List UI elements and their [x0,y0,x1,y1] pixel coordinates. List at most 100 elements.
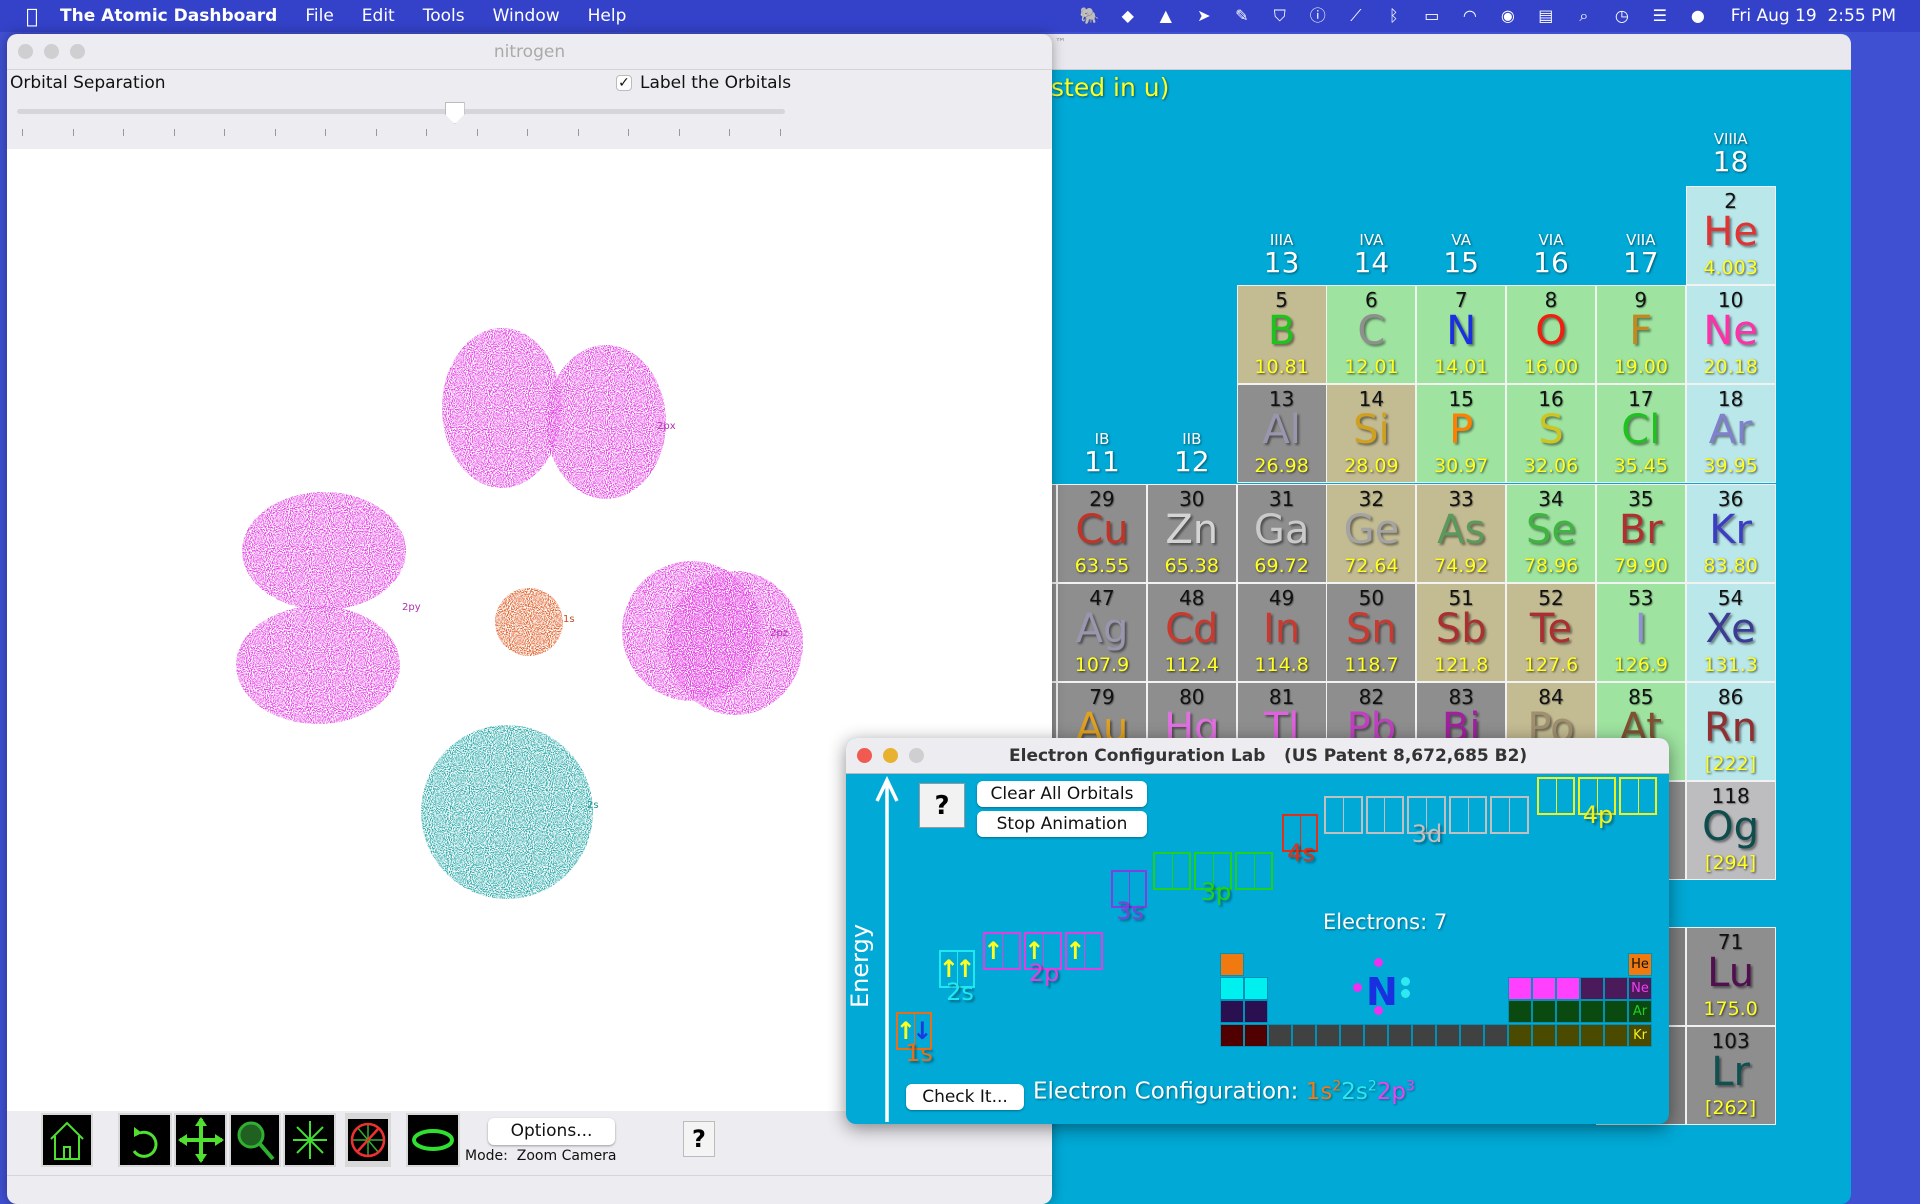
help-button[interactable]: ? [919,783,965,828]
element-cell-Ne[interactable]: 10 Ne 20.18 [1685,285,1776,385]
disable-select-button[interactable] [345,1113,391,1167]
slider-thumb[interactable] [444,102,465,124]
element-cell-Br[interactable]: 35 Br 79.90 [1595,483,1686,583]
siri-icon[interactable]: ● [1688,7,1708,25]
element-cell-In[interactable]: 49 In 114.8 [1236,582,1327,682]
element-cell-Zn[interactable]: 30 Zn 65.38 [1146,483,1237,583]
search-icon[interactable]: ⌕ [1574,7,1594,25]
elephant-icon[interactable]: 🐘 [1080,7,1100,25]
menu-tools[interactable]: Tools [423,6,465,26]
orbital-slot[interactable] [1639,779,1656,813]
orbital-slot[interactable] [1557,779,1574,813]
orbital-slot[interactable] [1368,798,1386,832]
orbital-box-3d[interactable] [1490,796,1529,834]
help-button[interactable]: ? [683,1121,715,1157]
element-cell-Se[interactable]: 34 Se 78.96 [1506,483,1596,583]
orbital-slot[interactable] [1326,798,1344,832]
slider-track[interactable] [17,109,785,114]
element-cell-P[interactable]: 15 P 30.97 [1416,384,1507,484]
battery-charging-icon[interactable]: ▭ [1422,7,1442,25]
orbital-box-3d[interactable] [1324,796,1363,834]
orbital-slot[interactable] [1173,854,1190,888]
element-cell-Ga[interactable]: 31 Ga 69.72 [1236,483,1327,583]
apple-icon[interactable]:  [26,4,38,28]
minimize-button[interactable] [883,748,898,763]
orbital-slot[interactable] [1510,798,1527,832]
select-button[interactable] [283,1113,336,1167]
user-icon[interactable]: ◉ [1498,7,1518,25]
orbital-slot[interactable] [1085,934,1102,968]
rotate-button[interactable] [118,1113,172,1167]
time-machine-icon[interactable]: ◷ [1612,7,1632,25]
checkbox-checked-icon[interactable]: ✓ [616,75,632,91]
element-cell-Xe[interactable]: 54 Xe 131.3 [1685,582,1776,682]
pan-button[interactable] [174,1113,227,1167]
drive-icon[interactable]: ▲ [1156,7,1176,25]
dropbox-icon[interactable]: ◆ [1118,7,1138,25]
menu-app-name[interactable]: The Atomic Dashboard [60,6,277,26]
menu-edit[interactable]: Edit [362,6,395,26]
menu-window[interactable]: Window [493,6,560,26]
calendar-icon[interactable]: ▤ [1536,7,1556,25]
orbital-box-3p[interactable] [1153,852,1191,890]
zoom-camera-button[interactable] [229,1113,281,1167]
note-icon[interactable]: ✎ [1232,7,1252,25]
orbital-separation-slider[interactable] [17,102,785,137]
element-cell-B[interactable]: 5 B 10.81 [1236,285,1327,385]
orbital-slot[interactable]: ↑ [1065,934,1085,968]
zoom-button[interactable] [909,748,924,763]
orbital-slot[interactable]: ↑ [983,934,1003,968]
clock[interactable]: Fri Aug 19 2:55 PM [1731,6,1896,26]
orbital-box-4p[interactable] [1619,777,1657,815]
element-cell-As[interactable]: 33 As 74.92 [1416,483,1507,583]
element-cell-Sn[interactable]: 50 Sn 118.7 [1326,582,1417,682]
shield-icon[interactable]: ⛉ [1270,7,1290,25]
element-cell-Te[interactable]: 52 Te 127.6 [1506,582,1596,682]
wifi-icon[interactable]: ◠ [1460,7,1480,25]
orbit-button[interactable] [406,1113,460,1167]
orbital-box-3d[interactable] [1448,796,1488,834]
element-cell-He[interactable]: 2 He 4.003 [1685,186,1776,285]
accessibility-icon[interactable]: ⓘ [1308,7,1328,25]
close-button[interactable] [857,748,872,763]
control-center-icon[interactable]: ☰ [1650,7,1670,25]
orbital-slot[interactable] [1344,798,1361,832]
element-cell-Sb[interactable]: 51 Sb 121.8 [1416,582,1507,682]
element-cell-Cl[interactable]: 17 Cl 35.45 [1595,384,1686,484]
menu-help[interactable]: Help [588,6,627,26]
element-cell-Ag[interactable]: 47 Ag 107.9 [1057,582,1147,682]
element-cell-Cd[interactable]: 48 Cd 112.4 [1146,582,1237,682]
menu-file[interactable]: File [305,6,333,26]
element-cell-C[interactable]: 6 C 12.01 [1326,285,1417,385]
element-cell-Rn[interactable]: 86 Rn [222] [1685,682,1776,781]
airmail-icon[interactable]: ➤ [1194,7,1214,25]
orbital-slot[interactable] [1237,854,1255,888]
element-cell-Al[interactable]: 13 Al 26.98 [1236,384,1327,484]
element-cell-S[interactable]: 16 S 32.06 [1506,384,1596,484]
element-cell-Og[interactable]: 118 Og [294] [1685,781,1776,881]
element-cell-Lu[interactable]: 71 Lu 175.0 [1685,927,1776,1026]
home-button[interactable] [41,1113,93,1167]
element-cell-Si[interactable]: 14 Si 28.09 [1326,384,1417,484]
orbital-slot[interactable] [1451,798,1469,832]
orbital-slot[interactable] [1492,798,1511,832]
element-cell-Ar[interactable]: 18 Ar 39.95 [1685,384,1776,484]
element-cell-Cu[interactable]: 29 Cu 63.55 [1057,483,1147,583]
orbital-slot[interactable] [1385,798,1402,832]
label-orbitals-checkbox[interactable]: ✓ Label the Orbitals [616,73,791,93]
element-cell-O[interactable]: 8 O 16.00 [1506,285,1596,385]
orbital-slot[interactable] [1539,779,1557,813]
orbital-box-3p[interactable] [1235,852,1273,890]
element-cell-Lr[interactable]: 103 Lr [262] [1685,1026,1776,1125]
orbital-slot[interactable] [1003,934,1020,968]
orbital-box-2p[interactable]: ↑ [983,932,1021,970]
bluetooth-icon[interactable]: ᛒ [1384,7,1404,25]
orbital-box-3d[interactable] [1365,796,1405,834]
stop-animation-button[interactable]: Stop Animation [977,811,1147,837]
orbital-slot[interactable] [1621,779,1639,813]
orbital-slot[interactable] [1155,854,1173,888]
signal-off-icon[interactable]: ⟋ [1346,7,1366,25]
element-cell-Kr[interactable]: 36 Kr 83.80 [1685,483,1776,583]
element-cell-I[interactable]: 53 I 126.9 [1595,582,1686,682]
element-cell-F[interactable]: 9 F 19.00 [1595,285,1686,385]
